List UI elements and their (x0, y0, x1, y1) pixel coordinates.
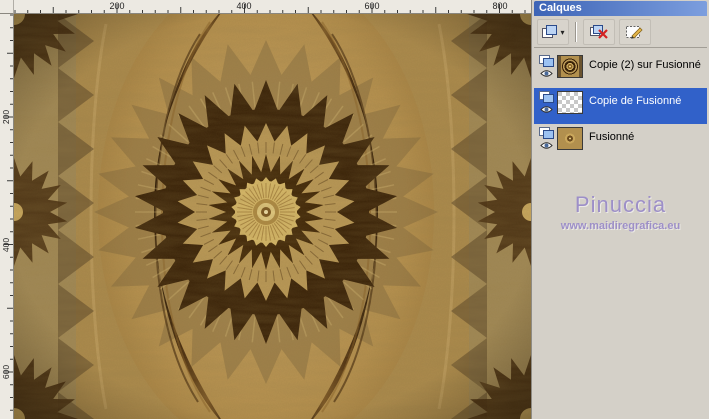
ruler-left-ticks (4, 14, 13, 411)
watermark: Pinuccia www.maidiregrafica.eu (532, 192, 709, 232)
ruler-top-ticks (14, 4, 526, 13)
layer-label: Copie (2) sur Fusionné (589, 59, 701, 71)
layers-palette: Calques ▾ Copie (2) sur Fusionné Copie d… (531, 0, 709, 419)
palette-toolbar: ▾ (534, 17, 707, 48)
ruler-label: 200 (109, 1, 125, 11)
canvas-area: 200 400 600 800 200 400 600 (0, 0, 531, 419)
layer-thumbnail (557, 55, 583, 78)
kaleidoscope-image (14, 14, 531, 419)
visibility-eye-icon[interactable] (540, 141, 553, 150)
ruler-label: 600 (364, 1, 380, 11)
palette-title-label: Calques (539, 2, 582, 14)
watermark-name: Pinuccia (574, 192, 667, 217)
edit-selection-icon (626, 26, 643, 39)
chevron-down-icon: ▾ (560, 27, 565, 37)
new-layer-button[interactable]: ▾ (537, 19, 569, 45)
new-layer-icon (542, 25, 558, 38)
ruler-left[interactable]: 200 400 600 (0, 14, 14, 419)
ruler-label: 400 (236, 1, 252, 11)
ruler-corner (0, 0, 14, 14)
delete-layer-button[interactable] (583, 19, 615, 45)
app-window: 200 400 600 800 200 400 600 Calques ▾ Co… (0, 0, 709, 419)
ruler-label: 600 (1, 364, 11, 380)
ruler-label: 200 (1, 109, 11, 125)
ruler-top[interactable]: 200 400 600 800 (14, 0, 531, 14)
layer-row-controls (538, 55, 555, 78)
ruler-label: 800 (492, 1, 508, 11)
palette-titlebar[interactable]: Calques (534, 1, 707, 16)
ruler-label: 400 (1, 237, 11, 253)
edit-selection-button[interactable] (619, 19, 651, 45)
layers-list: Copie (2) sur Fusionné Copie de Fusionné (534, 52, 707, 160)
toolbar-separator (575, 22, 577, 42)
layer-row-controls (538, 127, 555, 150)
visibility-eye-icon[interactable] (540, 105, 553, 114)
layer-row-fusionne[interactable]: Fusionné (534, 124, 707, 160)
raster-layer-icon (539, 91, 554, 103)
canvas[interactable] (14, 14, 531, 419)
layer-row-copie-de-fusionne[interactable]: Copie de Fusionné (534, 88, 707, 124)
raster-layer-icon (539, 55, 554, 67)
layer-row-controls (538, 91, 555, 114)
watermark-url: www.maidiregrafica.eu (560, 220, 681, 232)
visibility-eye-icon[interactable] (540, 69, 553, 78)
delete-layer-icon (590, 25, 608, 39)
layer-thumbnail (557, 127, 583, 150)
raster-layer-icon (539, 127, 554, 139)
layer-label: Fusionné (589, 131, 635, 143)
layer-row-copie-2-sur-fusionne[interactable]: Copie (2) sur Fusionné (534, 52, 707, 88)
layer-label: Copie de Fusionné (589, 95, 682, 107)
layer-thumbnail (557, 91, 583, 114)
